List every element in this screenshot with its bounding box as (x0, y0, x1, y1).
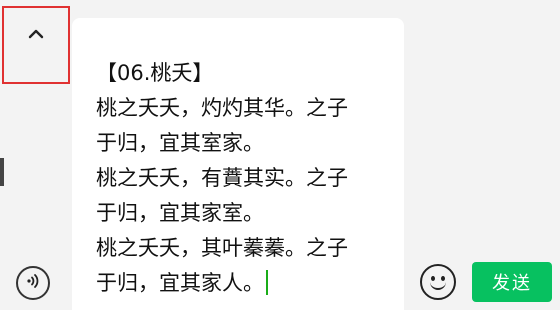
collapse-button[interactable] (2, 6, 70, 84)
text-line: 【06.桃夭】 (96, 61, 214, 85)
message-input[interactable]: 【06.桃夭】桃之夭夭，灼灼其华。之子 于归，宜其室家。桃之夭夭，有蕡其实。之子于… (72, 18, 404, 310)
text-line: 桃之夭夭，灼灼其华。之子 (96, 96, 348, 120)
voice-input-icon (24, 272, 42, 294)
message-text: 【06.桃夭】桃之夭夭，灼灼其华。之子 于归，宜其室家。桃之夭夭，有蕡其实。之子于… (96, 56, 348, 301)
toolbar-divider (0, 158, 4, 186)
text-line-last: 于归，宜其家人。 (96, 266, 348, 301)
text-line: 桃之夭夭，其叶蓁蓁。之子 (96, 236, 348, 260)
emoji-button[interactable] (420, 264, 456, 300)
text-line: 桃之夭夭，有蕡其实。之子 (96, 166, 348, 190)
text-caret (266, 270, 268, 295)
text-line: 于归，宜其室家。 (96, 131, 264, 155)
send-button[interactable]: 发送 (472, 262, 552, 302)
text-line: 于归，宜其家人。 (96, 271, 264, 295)
voice-input-button[interactable] (16, 266, 50, 300)
chevron-up-icon (27, 28, 45, 40)
text-line: 于归，宜其家室。 (96, 201, 264, 225)
